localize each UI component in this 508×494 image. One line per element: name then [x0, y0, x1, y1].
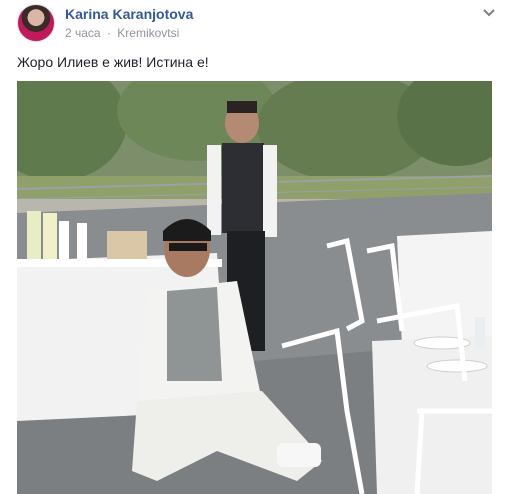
post-photo-illustration — [17, 81, 492, 494]
post-location-link[interactable]: Kremikovtsi — [117, 26, 179, 40]
post-photo[interactable] — [17, 81, 492, 494]
author-avatar[interactable] — [17, 4, 55, 42]
meta-separator: · — [106, 26, 111, 40]
post-timestamp[interactable]: 2 часа — [65, 26, 101, 40]
post-meta: 2 часа · Kremikovtsi — [65, 26, 179, 40]
post-text: Жоро Илиев е жив! Истина е! — [17, 54, 209, 70]
feed-post: Karina Karanjotova 2 часа · Kremikovtsi … — [0, 0, 508, 494]
chevron-down-icon[interactable] — [482, 6, 496, 20]
author-name-link[interactable]: Karina Karanjotova — [65, 6, 193, 22]
